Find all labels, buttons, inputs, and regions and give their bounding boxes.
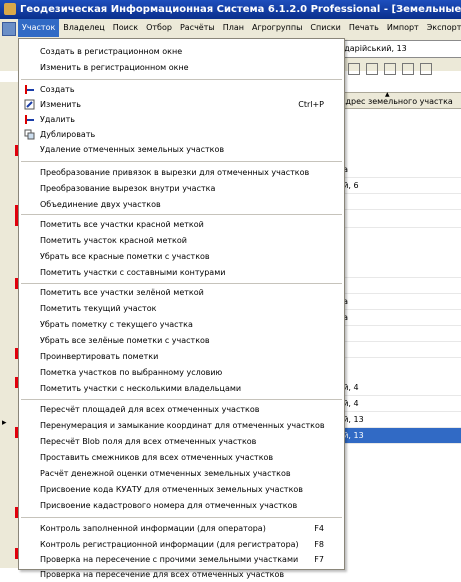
table-cell[interactable]: 7 (336, 262, 461, 278)
menu-search[interactable]: Поиск (109, 19, 142, 37)
table-cell[interactable]: ий, 4 (336, 396, 461, 412)
address-field[interactable]: ндарійський, 13 (336, 40, 461, 58)
table-cell[interactable]: 7 (336, 342, 461, 358)
menu-item-check-intersection-all[interactable]: Проверка на пересечение для всех отмечен… (19, 567, 344, 582)
delete-icon (25, 115, 34, 124)
menu-item-mark-multi-owner[interactable]: Пометить участки с несколькими владельца… (19, 381, 344, 396)
menu-item-edit-in-reg-window[interactable]: Изменить в регистрационном окне (19, 60, 344, 75)
menu-item-assign-kuatu[interactable]: Присвоение кода КУАТУ для отмеченных зем… (19, 482, 344, 497)
background-toolbar-icons (348, 63, 438, 77)
menu-item-control-operator[interactable]: Контроль заполненной информации (для опе… (19, 521, 344, 536)
menu-owner[interactable]: Владелец (59, 19, 108, 37)
menu-item-set-neighbors[interactable]: Проставить смежников для всех отмеченных… (19, 450, 344, 465)
menu-item-assign-cadastral[interactable]: Присвоение кадастрового номера для отмеч… (19, 498, 344, 513)
menu-item-mark-composite[interactable]: Пометить участки с составными контурами (19, 265, 344, 280)
table-cell[interactable]: ий, 13 (336, 412, 461, 428)
create-icon (25, 85, 34, 94)
menu-bar: Участок Владелец Поиск Отбор Расчёты План Агро… (0, 19, 461, 38)
document-icon[interactable] (2, 22, 16, 36)
window-title: Геодезическая Информационная Система 6.1… (20, 4, 461, 15)
window-title-bar: Геодезическая Информационная Система 6.1… (0, 0, 461, 19)
column-header-label: Адрес земельного участка (340, 97, 453, 106)
menu-lists[interactable]: Списки (306, 19, 344, 37)
menu-agrogroups[interactable]: Агрогруппы (248, 19, 306, 37)
table-cell-selected[interactable]: ий, 13 (336, 428, 461, 444)
menu-separator (21, 79, 342, 80)
menu-item-recalc-areas[interactable]: Пересчёт площадей для всех отмеченных уч… (19, 402, 344, 417)
menu-item-mark-by-condition[interactable]: Пометка участков по выбранному условию (19, 365, 344, 380)
menu-plan[interactable]: План (219, 19, 248, 37)
menu-calculations[interactable]: Расчёты (176, 19, 219, 37)
menu-item-unmark-current[interactable]: Убрать пометку с текущего участка (19, 317, 344, 332)
menu-separator (21, 399, 342, 400)
app-icon (4, 3, 16, 15)
menu-import[interactable]: Импорт (383, 19, 423, 37)
menu-item-clear-green[interactable]: Убрать все зелёные пометки с участков (19, 333, 344, 348)
menu-item-convert-cutouts[interactable]: Преобразование вырезок внутри участка (19, 181, 344, 196)
menu-separator (21, 283, 342, 284)
table-cell[interactable]: 1а (336, 310, 461, 326)
toolbar-icon-b[interactable] (366, 63, 378, 75)
menu-item-invert-marks[interactable]: Проинвертировать пометки (19, 349, 344, 364)
menu-item-renumber-coords[interactable]: Перенумерация и замыкание координат для … (19, 418, 344, 433)
sort-arrow-icon: ▲ (385, 91, 390, 98)
menu-item-create-in-reg-window[interactable]: Создать в регистрационном окне (19, 44, 344, 59)
menu-separator (21, 214, 342, 215)
menu-item-control-registrar[interactable]: Контроль регистрационной информации (для… (19, 537, 344, 552)
table-cell[interactable]: 1а (336, 162, 461, 178)
edit-icon (24, 99, 35, 110)
menu-separator (21, 161, 342, 162)
menu-item-edit[interactable]: Изменить Ctrl+P (19, 97, 344, 112)
tool-icon[interactable] (420, 63, 432, 75)
menu-item-mark-red[interactable]: Пометить участок красной меткой (19, 233, 344, 248)
toolbar-icon-a[interactable] (348, 63, 360, 75)
menu-item-merge-parcels[interactable]: Объединение двух участков (19, 197, 344, 212)
column-header-address[interactable]: ▲ Адрес земельного участка (336, 92, 461, 109)
table-cell[interactable]: 0 (336, 212, 461, 228)
table-cell[interactable]: 1а (336, 294, 461, 310)
menu-print[interactable]: Печать (345, 19, 383, 37)
menu-item-duplicate[interactable]: Дублировать (19, 127, 344, 142)
menu-item-monetary-valuation[interactable]: Расчёт денежной оценки отмеченных земель… (19, 466, 344, 481)
grid-icon[interactable] (384, 63, 396, 75)
menu-item-mark-all-green[interactable]: Пометить все участки зелёной меткой (19, 285, 344, 300)
menu-export[interactable]: Экспорт (423, 19, 461, 37)
table-cell[interactable]: 7 (336, 326, 461, 342)
menu-parcel[interactable]: Участок (18, 19, 60, 37)
menu-item-clear-red[interactable]: Убрать все красные пометки с участков (19, 249, 344, 264)
menu-item-create[interactable]: Создать (19, 82, 344, 97)
table-cell[interactable]: ий, 6 (336, 178, 461, 194)
menu-item-convert-bindings[interactable]: Преобразование привязок в вырезки для от… (19, 165, 344, 180)
menu-item-delete-marked[interactable]: Удаление отмеченных земельных участков (19, 142, 344, 157)
menu-item-recalc-blob[interactable]: Пересчёт Blob поля для всех отмеченных у… (19, 434, 344, 449)
parcel-dropdown-menu: Создать в регистрационном окне Изменить … (18, 38, 345, 579)
duplicate-icon (24, 129, 35, 140)
current-row-arrow-icon: ▸ (2, 418, 7, 428)
menu-item-mark-all-red[interactable]: Пометить все участки красной меткой (19, 217, 344, 232)
menu-item-delete[interactable]: Удалить (19, 112, 344, 127)
table-icon[interactable] (402, 63, 414, 75)
row-indicator-column: ▸ (0, 82, 19, 568)
table-cell[interactable]: 7 (336, 278, 461, 294)
menu-item-check-intersection[interactable]: Проверка на пересечение с прочими земель… (19, 552, 344, 567)
table-cell[interactable]: ий, 4 (336, 380, 461, 396)
menu-separator (21, 517, 342, 518)
table-cell[interactable] (336, 194, 461, 210)
menu-filter[interactable]: Отбор (142, 19, 176, 37)
menu-item-mark-current[interactable]: Пометить текущий участок (19, 301, 344, 316)
